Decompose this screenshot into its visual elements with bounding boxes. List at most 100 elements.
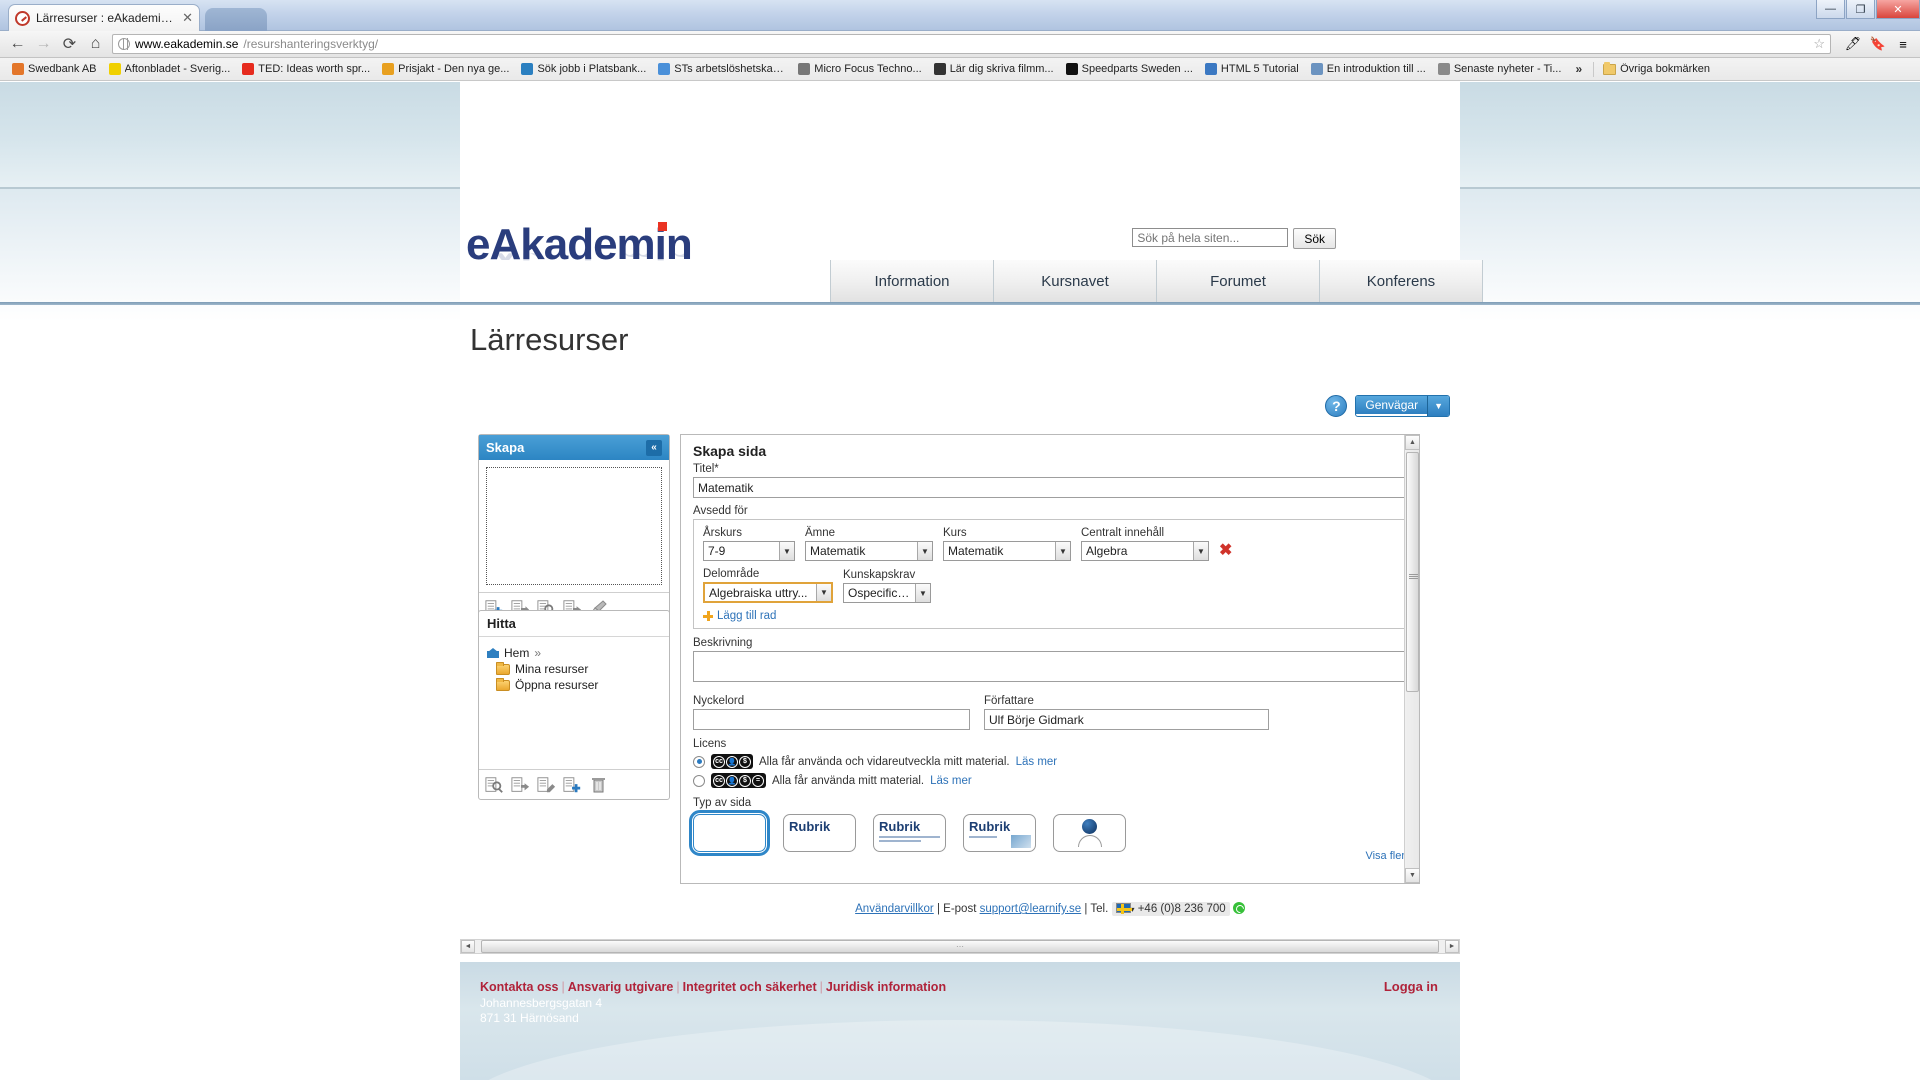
- move-icon[interactable]: [511, 776, 530, 794]
- bookmark-item[interactable]: STs arbetslöshetskassa: [652, 61, 792, 77]
- bookmark-item[interactable]: Swedbank AB: [6, 61, 103, 77]
- skapa-dropzone[interactable]: [486, 467, 662, 585]
- chevron-down-icon[interactable]: ▼: [1193, 542, 1208, 560]
- add-row-button[interactable]: Lägg till rad: [703, 610, 1397, 622]
- license-read-more-link[interactable]: Läs mer: [930, 775, 972, 787]
- bookmark-item[interactable]: Micro Focus Techno...: [792, 61, 927, 77]
- terms-link[interactable]: Användarvillkor: [855, 903, 934, 915]
- footer-link[interactable]: Juridisk information: [826, 980, 946, 994]
- footer-link[interactable]: Ansvarig utgivare: [568, 980, 674, 994]
- back-icon[interactable]: ←: [8, 35, 27, 54]
- minimize-button[interactable]: —: [1816, 0, 1845, 19]
- search-button[interactable]: Sök: [1293, 228, 1336, 249]
- page-type-heading[interactable]: Rubrik: [783, 814, 856, 852]
- tree-item-folder[interactable]: Öppna resurser: [487, 677, 661, 693]
- page-type-heading-list[interactable]: Rubrik: [873, 814, 946, 852]
- add-icon[interactable]: [563, 776, 582, 794]
- bookmark-item[interactable]: Senaste nyheter - Ti...: [1432, 61, 1568, 77]
- license-option[interactable]: cc 👤 $ Alla får använda och vidareutveckla …: [693, 754, 1407, 769]
- other-bookmarks-folder[interactable]: Övriga bokmärken: [1597, 61, 1716, 77]
- bookmark-item[interactable]: Lär dig skriva filmm...: [928, 61, 1060, 77]
- page-horizontal-scrollbar[interactable]: ◄ ⋯ ►: [460, 939, 1460, 954]
- chevron-down-icon[interactable]: ▼: [779, 542, 794, 560]
- login-link[interactable]: Logga in: [1384, 979, 1438, 994]
- chevron-down-icon[interactable]: ▼: [816, 584, 831, 601]
- tree-item-folder[interactable]: Mina resurser: [487, 661, 661, 677]
- license-option[interactable]: cc 👤 $ = Alla får använda mitt material. Läs…: [693, 773, 1407, 788]
- home-icon[interactable]: ⌂: [86, 35, 105, 54]
- tab-close-icon[interactable]: ✕: [182, 10, 193, 26]
- bookmark-item[interactable]: En introduktion till ...: [1305, 61, 1432, 77]
- license-radio[interactable]: [693, 755, 705, 768]
- tree-item-home[interactable]: Hem »: [487, 645, 661, 661]
- menu-icon[interactable]: ≡: [1894, 35, 1912, 53]
- avsedd-row2-select-1[interactable]: Ospecificerat ▼: [843, 583, 931, 603]
- hscroll-right-icon[interactable]: ►: [1445, 940, 1459, 953]
- extension-icon-1[interactable]: 🖊: [1844, 35, 1862, 53]
- search-icon[interactable]: [485, 776, 504, 794]
- avsedd-row2-select-0[interactable]: Algebraiska uttry... ▼: [703, 582, 833, 603]
- bookmark-item[interactable]: Sök jobb i Platsbank...: [515, 61, 652, 77]
- forfattare-input[interactable]: [984, 709, 1269, 730]
- license-radio[interactable]: [693, 774, 705, 787]
- nav-item-konferens[interactable]: Konferens: [1320, 260, 1483, 302]
- avsedd-row1-select-3[interactable]: Algebra ▼: [1081, 541, 1209, 561]
- new-tab-button[interactable]: [205, 8, 267, 31]
- page-type-avatar[interactable]: [1053, 814, 1126, 852]
- bookmark-item[interactable]: Aftonbladet - Sverig...: [103, 61, 237, 77]
- chevron-down-icon[interactable]: ▼: [915, 584, 930, 602]
- close-window-button[interactable]: ✕: [1876, 0, 1920, 19]
- chevron-down-icon[interactable]: ▼: [1427, 396, 1449, 416]
- scroll-up-icon[interactable]: ▲: [1405, 435, 1419, 450]
- scroll-thumb[interactable]: [1406, 452, 1419, 692]
- visa-fler-link[interactable]: Visa fler: [1365, 850, 1405, 862]
- edit-icon[interactable]: [537, 776, 556, 794]
- avsedd-row1-select-0[interactable]: 7-9 ▼: [703, 541, 795, 561]
- avsedd-row1-select-2[interactable]: Matematik ▼: [943, 541, 1071, 561]
- nav-item-kursnavet[interactable]: Kursnavet: [994, 260, 1157, 302]
- chevron-down-icon[interactable]: ▼: [1055, 542, 1070, 560]
- forward-icon[interactable]: →: [34, 35, 53, 54]
- support-email-link[interactable]: support@learnify.se: [980, 903, 1082, 915]
- title-input[interactable]: [693, 477, 1407, 498]
- nav-item-information[interactable]: Information: [831, 260, 994, 302]
- collapse-panel-icon[interactable]: «: [646, 439, 662, 456]
- beskrivning-textarea[interactable]: [693, 651, 1407, 682]
- remove-row-icon[interactable]: ✖: [1219, 541, 1232, 561]
- reload-icon[interactable]: ⟳: [60, 35, 79, 54]
- license-read-more-link[interactable]: Läs mer: [1016, 756, 1058, 768]
- scroll-down-icon[interactable]: ▼: [1405, 868, 1419, 883]
- extension-icon-2[interactable]: 🔖: [1869, 35, 1887, 53]
- hscroll-left-icon[interactable]: ◄: [461, 940, 475, 953]
- bookmark-star-icon[interactable]: ☆: [1813, 36, 1825, 52]
- bookmark-item[interactable]: Prisjakt - Den nya ge...: [376, 61, 515, 77]
- help-icon[interactable]: ?: [1325, 395, 1348, 417]
- nyckelord-input[interactable]: [693, 709, 970, 730]
- avsedd-row1-select-1[interactable]: Matematik ▼: [805, 541, 933, 561]
- skype-call-icon[interactable]: [1232, 902, 1245, 914]
- footer-link[interactable]: Integritet och säkerhet: [683, 980, 817, 994]
- bookmark-item[interactable]: HTML 5 Tutorial: [1199, 61, 1305, 77]
- footer-link[interactable]: Kontakta oss: [480, 980, 559, 994]
- hscroll-thumb[interactable]: ⋯: [481, 940, 1439, 953]
- page-type-blank[interactable]: [689, 810, 770, 856]
- trash-icon[interactable]: [589, 776, 608, 794]
- nav-item-forumet[interactable]: Forumet: [1157, 260, 1320, 302]
- phone-pill[interactable]: ▾ +46 (0)8 236 700: [1111, 902, 1230, 916]
- browser-tab[interactable]: Lärresurser : eAkademin.se ✕: [8, 4, 200, 31]
- avsedd-row2-field-1: Kunskapskrav Ospecificerat ▼: [843, 569, 931, 603]
- selects-row-2: Delområde Algebraiska uttry... ▼ Kunskapskr…: [703, 568, 1397, 603]
- bookmark-item[interactable]: Speedparts Sweden ...: [1060, 61, 1199, 77]
- form-scrollbar[interactable]: ▲ ▼: [1404, 435, 1419, 883]
- bookmarks-overflow-icon[interactable]: »: [1567, 62, 1590, 76]
- address-bar[interactable]: www.eakademin.se/resurshanteringsverktyg…: [112, 34, 1831, 54]
- page-type-heading-image[interactable]: Rubrik: [963, 814, 1036, 852]
- hscroll-track[interactable]: ⋯: [475, 940, 1445, 953]
- shortcuts-button[interactable]: Genvägar ▼: [1355, 395, 1450, 417]
- page-type-label: Rubrik: [969, 819, 1011, 834]
- url-host: www.eakademin.se: [135, 37, 239, 51]
- chevron-down-icon[interactable]: ▼: [917, 542, 932, 560]
- search-input[interactable]: [1132, 228, 1289, 247]
- maximize-button[interactable]: ❐: [1846, 0, 1875, 19]
- bookmark-item[interactable]: TED: Ideas worth spr...: [236, 61, 376, 77]
